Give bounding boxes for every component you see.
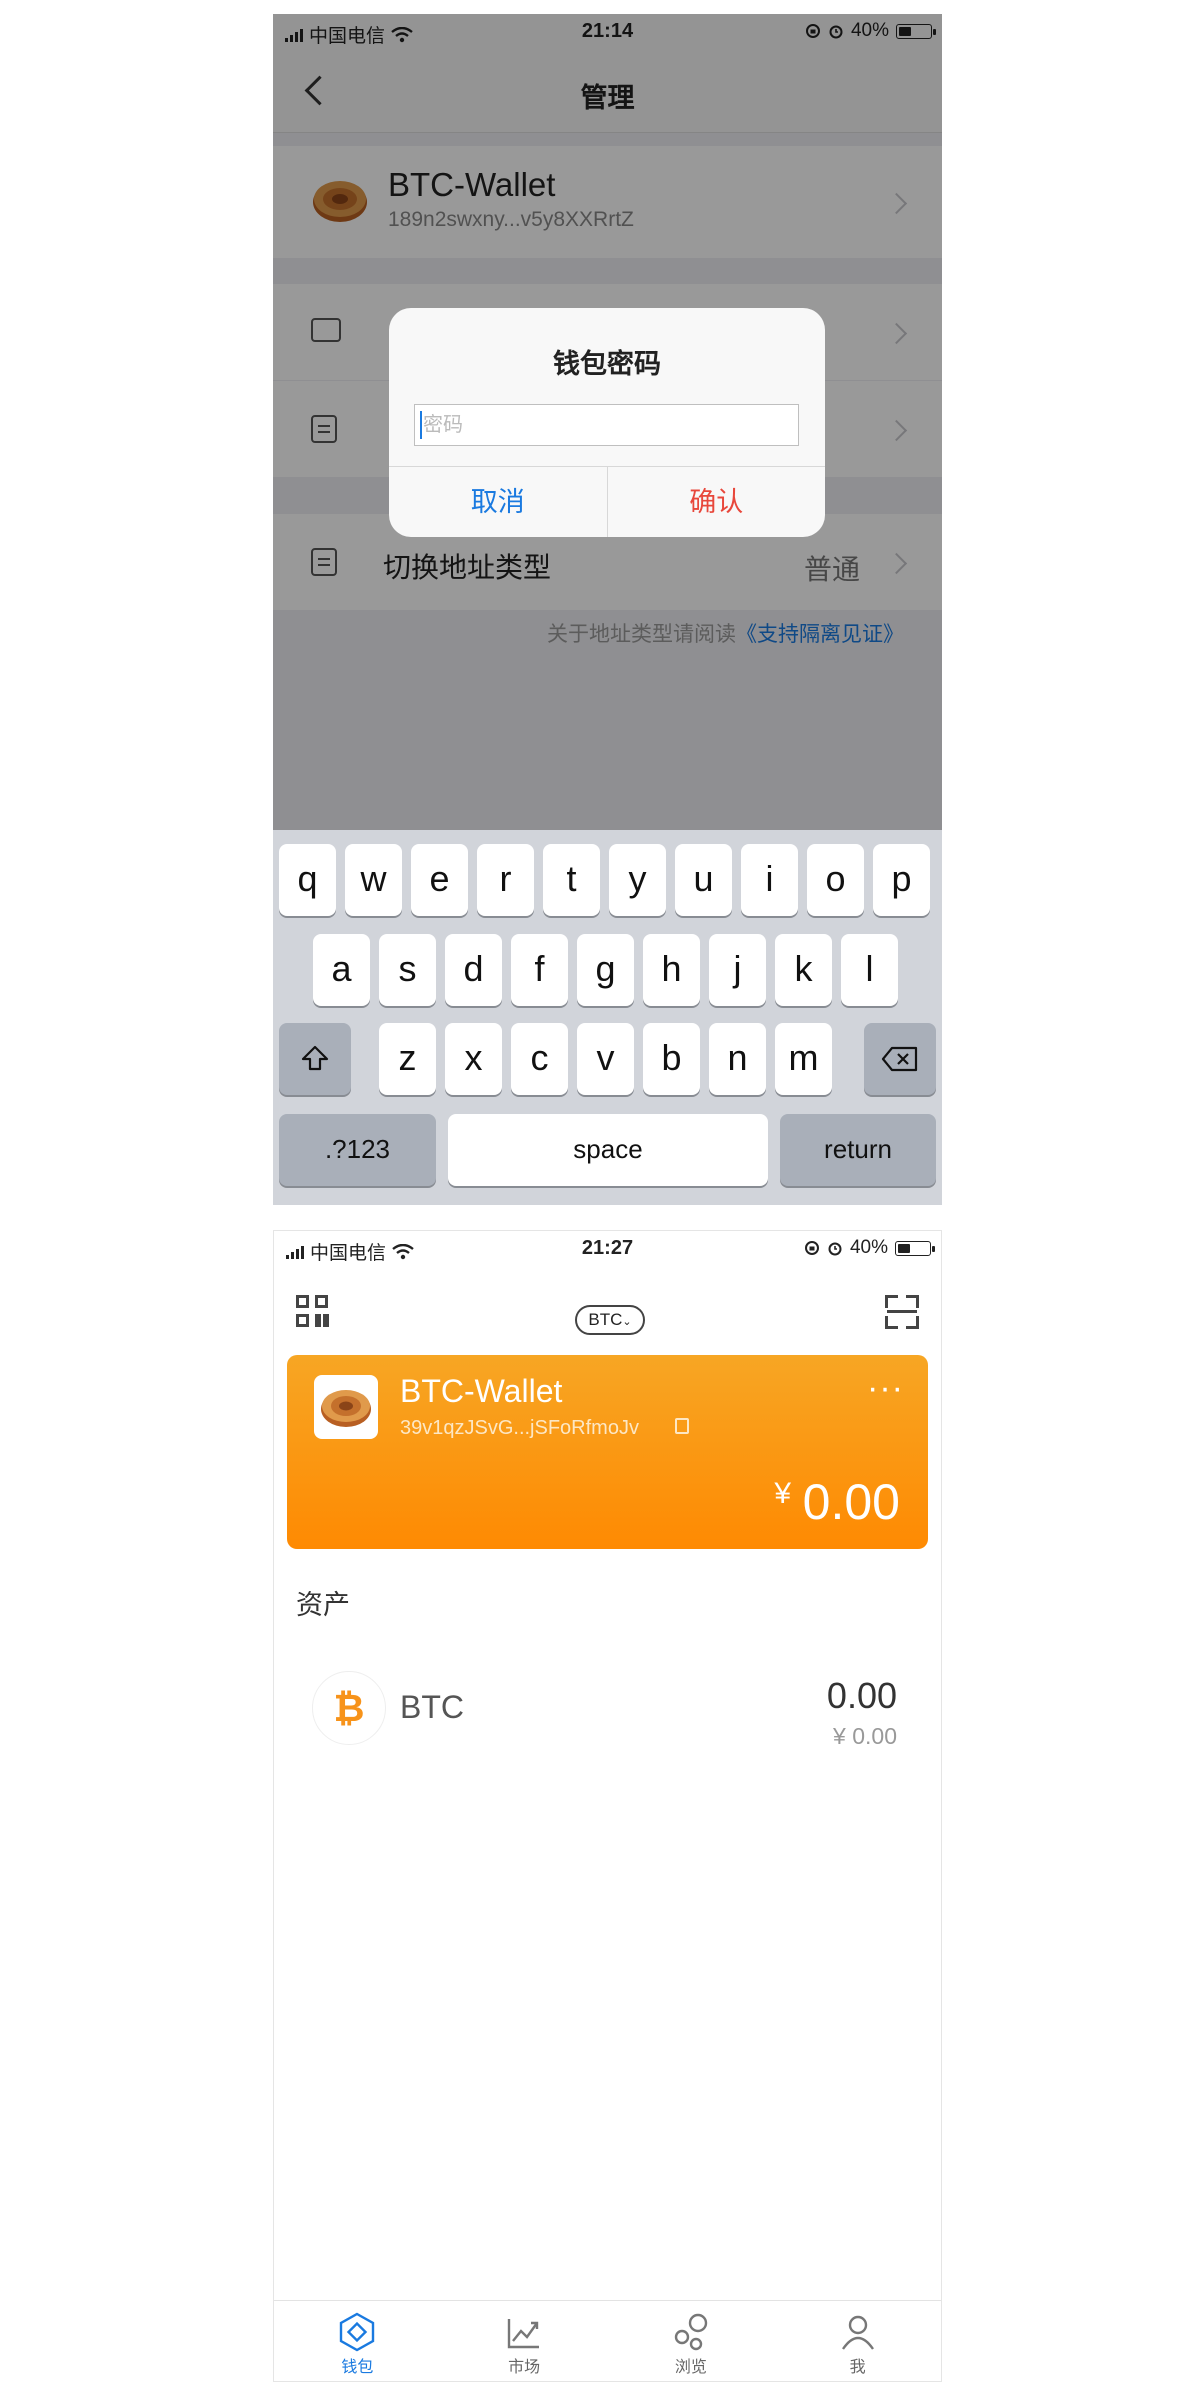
key-z[interactable]: z	[379, 1023, 436, 1095]
tab-bar: 钱包 市场 浏览 我	[274, 2300, 941, 2381]
backspace-icon	[881, 1046, 918, 1072]
assets-title: 资产	[296, 1590, 350, 1620]
tab-market[interactable]: 市场	[441, 2301, 608, 2381]
wallet-home-screen: 中国电信 21:27 40% BTC⌄ BTC-Wallet 39v1qzJSv…	[273, 1230, 942, 2382]
key-e[interactable]: e	[411, 844, 468, 916]
wallet-card[interactable]: BTC-Wallet 39v1qzJSvG...jSFoRfmoJv ··· ¥…	[287, 1355, 928, 1549]
battery-percent: 40%	[849, 1237, 888, 1258]
key-b[interactable]: b	[643, 1023, 700, 1095]
cancel-button[interactable]: 取消	[389, 467, 608, 537]
rotation-lock-icon	[804, 1241, 819, 1255]
qr-code-icon[interactable]	[296, 1295, 329, 1327]
key-v[interactable]: v	[577, 1023, 634, 1095]
key-d[interactable]: d	[445, 934, 502, 1006]
shift-key[interactable]	[279, 1023, 351, 1095]
tab-wallet[interactable]: 钱包	[274, 2301, 441, 2381]
key-j[interactable]: j	[709, 934, 766, 1006]
alarm-icon	[828, 1242, 842, 1256]
coin-selector[interactable]: BTC⌄	[575, 1305, 645, 1335]
asset-fiat-value: ¥ 0.00	[833, 1723, 897, 1749]
confirm-button[interactable]: 确认	[608, 467, 826, 537]
key-l[interactable]: l	[841, 934, 898, 1006]
key-w[interactable]: w	[345, 844, 402, 916]
space-key[interactable]: space	[448, 1114, 768, 1186]
key-t[interactable]: t	[543, 844, 600, 916]
more-options-icon[interactable]: ···	[867, 1369, 904, 1408]
key-f[interactable]: f	[511, 934, 568, 1006]
shift-arrow-icon	[301, 1045, 329, 1071]
key-r[interactable]: r	[477, 844, 534, 916]
asset-symbol: BTC	[400, 1689, 464, 1725]
asset-amount: 0.00	[826, 1675, 897, 1716]
battery-icon	[895, 1240, 935, 1256]
wallet-icon	[340, 2312, 375, 2352]
key-m[interactable]: m	[775, 1023, 832, 1095]
key-q[interactable]: q	[279, 844, 336, 916]
keyboard: qwertyuiop asdfghjkl zxcvbnm .?123 space…	[273, 830, 942, 1205]
browse-icon	[674, 2313, 708, 2351]
wallet-manage-screen: 中国电信 21:14 40% 管理 BTC-Wallet 189n2swxny.…	[273, 14, 942, 1205]
scan-icon[interactable]	[885, 1295, 919, 1329]
text-cursor	[420, 411, 422, 439]
key-k[interactable]: k	[775, 934, 832, 1006]
key-s[interactable]: s	[379, 934, 436, 1006]
svg-text:₿: ₿	[334, 1686, 365, 1730]
key-u[interactable]: u	[675, 844, 732, 916]
dialog-title: 钱包密码	[553, 349, 661, 379]
wallet-header: BTC⌄	[274, 1267, 941, 1357]
dialog-buttons: 取消 确认	[389, 466, 825, 537]
wallet-total-balance: 0.00	[802, 1474, 900, 1530]
chevron-down-icon: ⌄	[622, 1316, 632, 1328]
currency-symbol: ¥	[774, 1477, 791, 1510]
wallet-name: BTC-Wallet	[400, 1373, 563, 1409]
battery-level	[898, 1243, 910, 1253]
return-key[interactable]: return	[780, 1114, 936, 1186]
key-i[interactable]: i	[741, 844, 798, 916]
tab-label: 市场	[508, 2359, 541, 2376]
numbers-key[interactable]: .?123	[279, 1114, 436, 1186]
tab-label: 钱包	[341, 2359, 374, 2376]
key-o[interactable]: o	[807, 844, 864, 916]
password-dialog: 钱包密码 取消 确认	[389, 308, 825, 537]
key-a[interactable]: a	[313, 934, 370, 1006]
key-n[interactable]: n	[709, 1023, 766, 1095]
status-right: 40%	[804, 1237, 935, 1259]
wallet-address: 39v1qzJSvG...jSFoRfmoJv	[400, 1417, 639, 1439]
key-g[interactable]: g	[577, 934, 634, 1006]
asset-row-btc[interactable]: ₿ BTC 0.00 ¥ 0.00	[274, 1651, 941, 1763]
key-c[interactable]: c	[511, 1023, 568, 1095]
password-input[interactable]	[414, 404, 799, 446]
me-icon	[841, 2315, 874, 2350]
delete-key[interactable]	[864, 1023, 936, 1095]
copy-icon[interactable]	[675, 1418, 689, 1434]
tab-browse[interactable]: 浏览	[608, 2301, 775, 2381]
tab-label: 浏览	[674, 2359, 707, 2376]
tab-label: 我	[849, 2359, 866, 2376]
bitcoin-icon: ₿	[312, 1671, 386, 1745]
key-x[interactable]: x	[445, 1023, 502, 1095]
status-bar: 中国电信 21:27 40%	[274, 1231, 941, 1267]
coin-selector-label: BTC	[588, 1310, 623, 1329]
key-h[interactable]: h	[643, 934, 700, 1006]
key-y[interactable]: y	[609, 844, 666, 916]
market-icon	[507, 2319, 540, 2349]
key-p[interactable]: p	[873, 844, 930, 916]
tab-me[interactable]: 我	[774, 2301, 941, 2381]
wallet-avatar	[314, 1375, 378, 1439]
